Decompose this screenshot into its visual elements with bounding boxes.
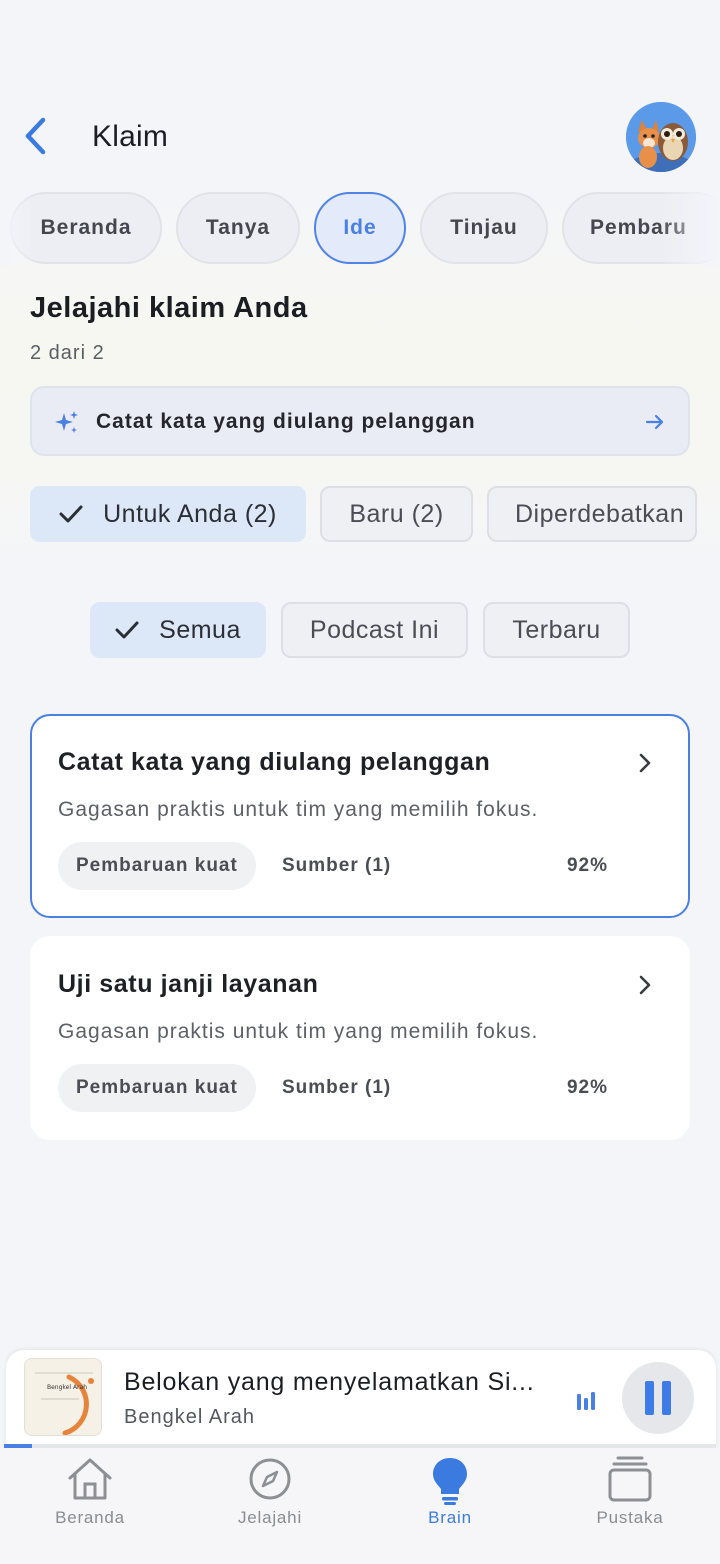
nav-pustaka[interactable]: Pustaka	[540, 1448, 720, 1564]
claim-card[interactable]: Uji satu janji layanan Gagasan praktis u…	[30, 936, 690, 1140]
check-icon	[59, 504, 83, 524]
library-icon	[606, 1456, 654, 1507]
filter-semua[interactable]: Semua	[90, 602, 266, 658]
lightbulb-icon	[430, 1456, 470, 1511]
tab-tinjau[interactable]: Tinjau	[420, 192, 548, 264]
mini-player[interactable]: Bengkel Arah Belokan yang menyelamatkan …	[6, 1350, 716, 1448]
page-title: Klaim	[92, 120, 169, 153]
claim-tag: Pembaruan kuat	[58, 842, 256, 890]
result-count: 2 dari 2	[30, 342, 105, 364]
filter-row-primary: Untuk Anda (2) Baru (2) Diperdebatkan	[0, 486, 720, 542]
tabs-fade-left	[0, 192, 36, 266]
nav-brain[interactable]: Brain	[360, 1448, 540, 1564]
sparkle-icon	[54, 410, 80, 441]
chevron-left-icon	[25, 117, 46, 155]
artwork-text: Bengkel Arah	[47, 1384, 87, 1391]
claim-card[interactable]: Catat kata yang diulang pelanggan Gagasa…	[30, 714, 690, 918]
claim-tag: Pembaruan kuat	[58, 1064, 256, 1112]
claim-score: 92%	[566, 855, 608, 876]
filter-diperdebatkan[interactable]: Diperdebatkan	[487, 486, 697, 542]
claim-subtitle: Gagasan praktis untuk tim yang memilih f…	[58, 798, 539, 821]
podcast-artwork: Bengkel Arah	[24, 1358, 102, 1436]
suggestion-banner[interactable]: Catat kata yang diulang pelanggan	[30, 386, 690, 456]
suggestion-label: Catat kata yang diulang pelanggan	[96, 410, 476, 433]
arrow-right-icon	[644, 411, 666, 438]
tab-tanya[interactable]: Tanya	[176, 192, 300, 264]
nav-label: Beranda	[55, 1508, 125, 1527]
top-bar: Klaim	[0, 100, 720, 176]
claim-title: Catat kata yang diulang pelanggan	[58, 748, 491, 776]
claim-sources[interactable]: Sumber (1)	[282, 855, 391, 877]
chevron-right-icon	[638, 974, 652, 1001]
tab-bar: Beranda Tanya Ide Tinjau Pembaru	[0, 192, 720, 266]
tabs-fade-right	[660, 192, 720, 266]
nav-label: Brain	[428, 1508, 472, 1527]
filter-podcast-ini[interactable]: Podcast Ini	[281, 602, 468, 658]
filter-label: Untuk Anda (2)	[103, 499, 277, 528]
claim-subtitle: Gagasan praktis untuk tim yang memilih f…	[58, 1020, 539, 1043]
claim-title: Uji satu janji layanan	[58, 970, 319, 998]
now-playing-title: Belokan yang menyelamatkan Si...	[124, 1368, 535, 1396]
compass-icon	[247, 1456, 293, 1507]
chevron-right-icon	[638, 752, 652, 779]
claim-sources[interactable]: Sumber (1)	[282, 1077, 391, 1099]
nav-label: Jelajahi	[237, 1508, 303, 1527]
filter-label: Semua	[159, 615, 241, 644]
check-icon	[115, 620, 139, 640]
bottom-nav: Beranda Jelajahi Brain Pustaka	[0, 1448, 720, 1564]
now-playing-show: Bengkel Arah	[124, 1406, 255, 1428]
back-button[interactable]	[18, 116, 54, 156]
section-title: Jelajahi klaim Anda	[30, 292, 308, 324]
filter-terbaru[interactable]: Terbaru	[483, 602, 630, 658]
tab-ide[interactable]: Ide	[314, 192, 406, 264]
nav-beranda[interactable]: Beranda	[0, 1448, 180, 1564]
filter-untuk-anda[interactable]: Untuk Anda (2)	[30, 486, 306, 542]
pause-button[interactable]	[622, 1362, 694, 1434]
nav-label: Pustaka	[596, 1508, 664, 1527]
pause-icon	[645, 1381, 671, 1415]
home-icon	[65, 1456, 115, 1507]
avatar[interactable]	[626, 102, 696, 172]
claim-score: 92%	[566, 1077, 608, 1098]
nav-jelajahi[interactable]: Jelajahi	[180, 1448, 360, 1564]
equalizer-icon	[576, 1390, 598, 1417]
filter-row-secondary: Semua Podcast Ini Terbaru	[0, 602, 720, 658]
filter-baru[interactable]: Baru (2)	[320, 486, 473, 542]
